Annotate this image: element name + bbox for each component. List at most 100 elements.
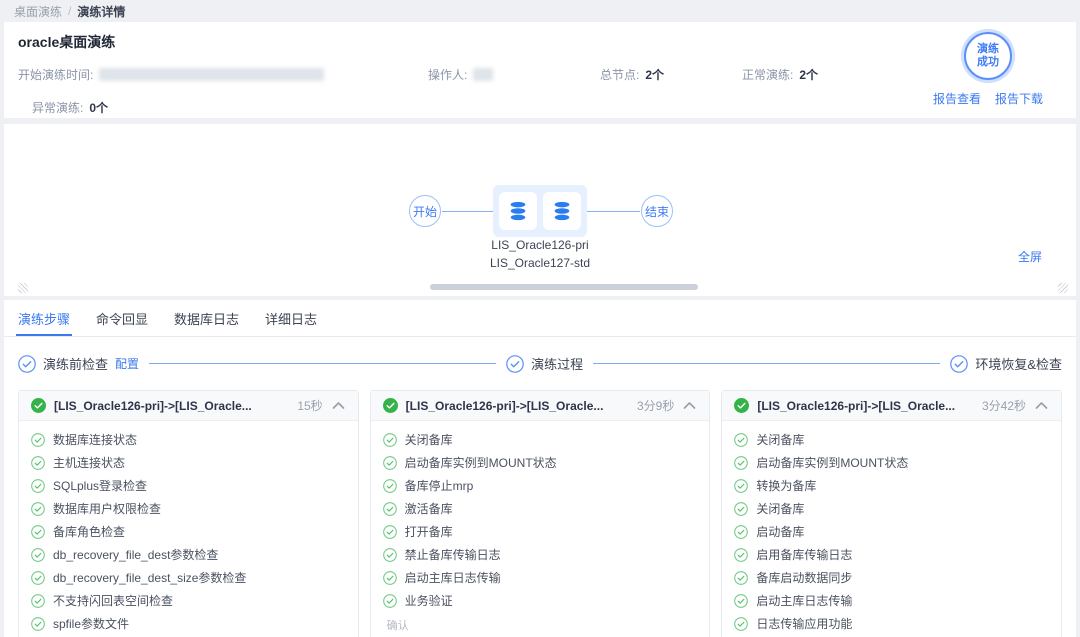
resize-grip-left[interactable] (18, 283, 28, 293)
success-outline-icon (31, 502, 45, 516)
breadcrumb-parent[interactable]: 桌面演练 (14, 3, 62, 20)
field-normal-drills: 正常演练: 2个 (742, 66, 818, 83)
report-view-link[interactable]: 报告查看 (933, 90, 981, 107)
success-outline-icon (31, 433, 45, 447)
phase-restore-check: 环境恢复&检查 (950, 354, 1062, 373)
check-item: 打开备库 (371, 520, 710, 543)
check-item-list: 关闭备库 启动备库实例到MOUNT状态 转换为备库 关闭备库 启动备库 启用备库… (722, 421, 1061, 637)
flow-connector-left (442, 211, 493, 212)
check-item-label: 关闭备库 (756, 500, 804, 517)
field-total-nodes: 总节点: 2个 (600, 66, 742, 83)
tab-drill-steps[interactable]: 演练步骤 (18, 300, 70, 336)
success-outline-icon (734, 456, 748, 470)
phase-precheck: 演练前检查 配置 (18, 354, 139, 373)
success-outline-icon (734, 571, 748, 585)
tab-command-echo[interactable]: 命令回显 (96, 300, 148, 336)
success-outline-icon (31, 617, 45, 631)
success-outline-icon (31, 525, 45, 539)
check-item-label: 关闭备库 (405, 431, 453, 448)
check-item-label: db_recovery_file_dest_size参数检查 (53, 569, 246, 586)
check-item: 备库停止mrp (371, 474, 710, 497)
flow-start-node[interactable]: 开始 (409, 195, 441, 227)
check-item: 启用备库传输日志 (722, 543, 1061, 566)
check-item: 数据库用户权限检查 (19, 497, 358, 520)
success-outline-icon (734, 548, 748, 562)
check-item-label: 备库角色检查 (53, 523, 125, 540)
check-item-label: 启动备库实例到MOUNT状态 (405, 454, 557, 471)
check-circle-icon (18, 355, 36, 373)
report-download-link[interactable]: 报告下载 (995, 90, 1043, 107)
drill-success-badge: 演练成功 (964, 32, 1012, 80)
flow-end-node[interactable]: 结束 (641, 195, 673, 227)
check-card-header[interactable]: [LIS_Oracle126-pri]->[LIS_Oracle... 3分9秒 (371, 391, 710, 421)
tab-bar: 演练步骤 命令回显 数据库日志 详细日志 (4, 300, 1076, 337)
check-item: db_recovery_file_dest参数检查 (19, 543, 358, 566)
chevron-up-icon[interactable] (682, 398, 697, 413)
check-card-header[interactable]: [LIS_Oracle126-pri]->[LIS_Oracle... 15秒 (19, 391, 358, 421)
breadcrumb: 桌面演练 / 演练详情 (0, 0, 1080, 22)
flow-node-label-standby: LIS_Oracle127-std (440, 254, 640, 272)
check-cards-row: [LIS_Oracle126-pri]->[LIS_Oracle... 15秒 … (4, 390, 1076, 637)
flow-connector-right (587, 211, 640, 212)
flow-db-node-group[interactable] (493, 185, 587, 237)
success-filled-icon (383, 398, 398, 413)
chevron-up-icon[interactable] (331, 398, 346, 413)
fullscreen-link[interactable]: 全屏 (1018, 248, 1042, 265)
check-item-list: 数据库连接状态 主机连接状态 SQLplus登录检查 数据库用户权限检查 备库角… (19, 421, 358, 637)
check-item: 启动备库实例到MOUNT状态 (371, 451, 710, 474)
topology-panel: 开始 结束 LIS_Oracle126-pri LIS_Oracle127-st… (4, 124, 1076, 296)
check-item: 主机连接状态 (19, 451, 358, 474)
success-outline-icon (383, 525, 397, 539)
stepper-connector (149, 363, 496, 364)
drill-result-area: 演练成功 报告查看 报告下载 (918, 28, 1058, 107)
success-outline-icon (734, 617, 748, 631)
stepper-connector (593, 363, 940, 364)
check-item-label: 启动备库 (756, 523, 804, 540)
resize-grip-right[interactable] (1058, 283, 1068, 293)
check-item: 启动主库日志传输 (371, 566, 710, 589)
success-outline-icon (734, 594, 748, 608)
success-outline-icon (734, 525, 748, 539)
drill-summary-panel: oracle桌面演练 开始演练时间: 操作人: 总节点: 2个 正常演练: 2个… (4, 22, 1076, 118)
success-outline-icon (383, 502, 397, 516)
success-outline-icon (734, 479, 748, 493)
check-item-label: 数据库连接状态 (53, 431, 137, 448)
check-item: 转换为备库 (722, 474, 1061, 497)
precheck-config-link[interactable]: 配置 (115, 355, 139, 372)
check-item-label: spfile参数文件 (53, 615, 129, 632)
success-outline-icon (383, 456, 397, 470)
tab-database-log[interactable]: 数据库日志 (174, 300, 239, 336)
success-filled-icon (31, 398, 46, 413)
check-item: spfile参数文件 (19, 612, 358, 635)
check-item: 备库启动数据同步 (722, 566, 1061, 589)
check-card: [LIS_Oracle126-pri]->[LIS_Oracle... 3分9秒… (370, 390, 711, 637)
check-card-header[interactable]: [LIS_Oracle126-pri]->[LIS_Oracle... 3分42… (722, 391, 1061, 421)
success-outline-icon (383, 433, 397, 447)
horizontal-scrollbar-thumb[interactable] (430, 284, 698, 290)
tab-detail-log[interactable]: 详细日志 (265, 300, 317, 336)
success-outline-icon (31, 479, 45, 493)
check-item-label: 启动主库日志传输 (756, 592, 852, 609)
check-card-footnote: 确认 (371, 616, 710, 637)
check-item-label: 启动备库实例到MOUNT状态 (756, 454, 908, 471)
breadcrumb-separator: / (68, 4, 71, 18)
success-outline-icon (383, 571, 397, 585)
check-circle-icon (506, 355, 524, 373)
success-outline-icon (383, 479, 397, 493)
check-item-label: 备库启动数据同步 (756, 569, 852, 586)
check-circle-icon (950, 355, 968, 373)
check-item-label: 启动主库日志传输 (405, 569, 501, 586)
check-item-label: 禁止备库传输日志 (405, 546, 501, 563)
success-outline-icon (31, 571, 45, 585)
chevron-up-icon[interactable] (1034, 398, 1049, 413)
success-outline-icon (31, 594, 45, 608)
success-filled-icon (734, 398, 749, 413)
success-outline-icon (734, 433, 748, 447)
check-item-label: 转换为备库 (756, 477, 816, 494)
drill-detail-panel: 演练步骤 命令回显 数据库日志 详细日志 演练前检查 配置 演练过程 环境恢复&… (4, 300, 1076, 637)
check-item: 日志传输应用功能 (722, 612, 1061, 635)
check-card-title: [LIS_Oracle126-pri]->[LIS_Oracle... (406, 399, 629, 413)
check-item: 启动主库日志传输 (722, 589, 1061, 612)
check-card-title: [LIS_Oracle126-pri]->[LIS_Oracle... (757, 399, 974, 413)
check-item: 关闭备库 (371, 428, 710, 451)
